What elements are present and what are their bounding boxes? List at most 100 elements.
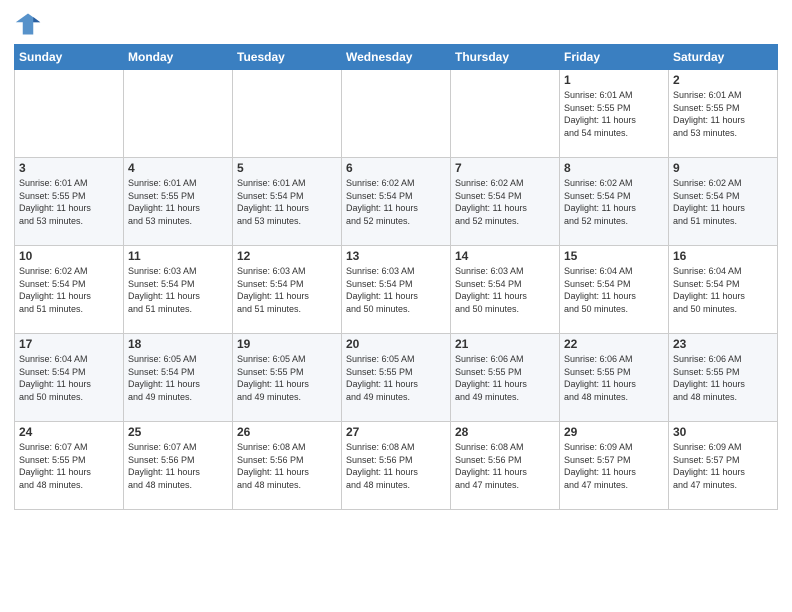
day-info: Sunrise: 6:02 AM Sunset: 5:54 PM Dayligh… bbox=[346, 177, 446, 227]
calendar-cell: 6 Sunrise: 6:02 AM Sunset: 5:54 PM Daylig… bbox=[342, 158, 451, 246]
calendar-cell: 13 Sunrise: 6:03 AM Sunset: 5:54 PM Dayli… bbox=[342, 246, 451, 334]
day-number: 20 bbox=[346, 337, 446, 351]
calendar-cell: 26 Sunrise: 6:08 AM Sunset: 5:56 PM Dayli… bbox=[233, 422, 342, 510]
day-info: Sunrise: 6:06 AM Sunset: 5:55 PM Dayligh… bbox=[455, 353, 555, 403]
calendar-cell: 24 Sunrise: 6:07 AM Sunset: 5:55 PM Dayli… bbox=[15, 422, 124, 510]
calendar-cell bbox=[451, 70, 560, 158]
day-info: Sunrise: 6:05 AM Sunset: 5:55 PM Dayligh… bbox=[237, 353, 337, 403]
calendar-cell: 20 Sunrise: 6:05 AM Sunset: 5:55 PM Dayli… bbox=[342, 334, 451, 422]
calendar-cell: 30 Sunrise: 6:09 AM Sunset: 5:57 PM Dayli… bbox=[669, 422, 778, 510]
day-info: Sunrise: 6:03 AM Sunset: 5:54 PM Dayligh… bbox=[237, 265, 337, 315]
calendar-cell: 10 Sunrise: 6:02 AM Sunset: 5:54 PM Dayli… bbox=[15, 246, 124, 334]
day-info: Sunrise: 6:08 AM Sunset: 5:56 PM Dayligh… bbox=[346, 441, 446, 491]
calendar-cell: 18 Sunrise: 6:05 AM Sunset: 5:54 PM Dayli… bbox=[124, 334, 233, 422]
calendar-cell: 28 Sunrise: 6:08 AM Sunset: 5:56 PM Dayli… bbox=[451, 422, 560, 510]
calendar-week-row: 1 Sunrise: 6:01 AM Sunset: 5:55 PM Daylig… bbox=[15, 70, 778, 158]
calendar-cell: 3Sunrise: 6:01 AM Sunset: 5:55 PM Daylig… bbox=[15, 158, 124, 246]
day-number: 7 bbox=[455, 161, 555, 175]
calendar-cell: 25 Sunrise: 6:07 AM Sunset: 5:56 PM Dayli… bbox=[124, 422, 233, 510]
day-number: 9 bbox=[673, 161, 773, 175]
weekday-header: Thursday bbox=[451, 45, 560, 70]
calendar-cell: 21 Sunrise: 6:06 AM Sunset: 5:55 PM Dayli… bbox=[451, 334, 560, 422]
day-number: 5 bbox=[237, 161, 337, 175]
calendar-cell: 14 Sunrise: 6:03 AM Sunset: 5:54 PM Dayli… bbox=[451, 246, 560, 334]
day-info: Sunrise: 6:03 AM Sunset: 5:54 PM Dayligh… bbox=[346, 265, 446, 315]
day-info: Sunrise: 6:06 AM Sunset: 5:55 PM Dayligh… bbox=[564, 353, 664, 403]
weekday-header: Saturday bbox=[669, 45, 778, 70]
day-info: Sunrise: 6:04 AM Sunset: 5:54 PM Dayligh… bbox=[673, 265, 773, 315]
day-info: Sunrise: 6:06 AM Sunset: 5:55 PM Dayligh… bbox=[673, 353, 773, 403]
day-number: 8 bbox=[564, 161, 664, 175]
day-info: Sunrise: 6:02 AM Sunset: 5:54 PM Dayligh… bbox=[19, 265, 119, 315]
calendar-week-row: 10 Sunrise: 6:02 AM Sunset: 5:54 PM Dayli… bbox=[15, 246, 778, 334]
weekday-header: Tuesday bbox=[233, 45, 342, 70]
day-info: Sunrise: 6:09 AM Sunset: 5:57 PM Dayligh… bbox=[673, 441, 773, 491]
day-number: 10 bbox=[19, 249, 119, 263]
weekday-header: Monday bbox=[124, 45, 233, 70]
logo-icon bbox=[14, 10, 42, 38]
day-number: 28 bbox=[455, 425, 555, 439]
day-info: Sunrise: 6:01 AM Sunset: 5:55 PM Dayligh… bbox=[564, 89, 664, 139]
day-info: Sunrise: 6:07 AM Sunset: 5:56 PM Dayligh… bbox=[128, 441, 228, 491]
day-number: 29 bbox=[564, 425, 664, 439]
calendar-cell bbox=[15, 70, 124, 158]
header bbox=[14, 10, 778, 38]
day-number: 19 bbox=[237, 337, 337, 351]
weekday-header: Sunday bbox=[15, 45, 124, 70]
day-number: 18 bbox=[128, 337, 228, 351]
day-number: 12 bbox=[237, 249, 337, 263]
day-number: 2 bbox=[673, 73, 773, 87]
weekday-header: Wednesday bbox=[342, 45, 451, 70]
calendar-cell: 17Sunrise: 6:04 AM Sunset: 5:54 PM Dayli… bbox=[15, 334, 124, 422]
calendar-cell: 5 Sunrise: 6:01 AM Sunset: 5:54 PM Daylig… bbox=[233, 158, 342, 246]
calendar-cell: 7 Sunrise: 6:02 AM Sunset: 5:54 PM Daylig… bbox=[451, 158, 560, 246]
day-number: 13 bbox=[346, 249, 446, 263]
day-number: 23 bbox=[673, 337, 773, 351]
day-info: Sunrise: 6:02 AM Sunset: 5:54 PM Dayligh… bbox=[564, 177, 664, 227]
day-number: 4 bbox=[128, 161, 228, 175]
day-info: Sunrise: 6:05 AM Sunset: 5:55 PM Dayligh… bbox=[346, 353, 446, 403]
day-info: Sunrise: 6:01 AM Sunset: 5:54 PM Dayligh… bbox=[237, 177, 337, 227]
calendar-week-row: 24 Sunrise: 6:07 AM Sunset: 5:55 PM Dayli… bbox=[15, 422, 778, 510]
day-number: 3 bbox=[19, 161, 119, 175]
calendar-cell: 12 Sunrise: 6:03 AM Sunset: 5:54 PM Dayli… bbox=[233, 246, 342, 334]
day-number: 16 bbox=[673, 249, 773, 263]
day-info: Sunrise: 6:03 AM Sunset: 5:54 PM Dayligh… bbox=[455, 265, 555, 315]
day-info: Sunrise: 6:01 AM Sunset: 5:55 PM Dayligh… bbox=[673, 89, 773, 139]
calendar-cell: 15Sunrise: 6:04 AM Sunset: 5:54 PM Dayli… bbox=[560, 246, 669, 334]
weekday-header: Friday bbox=[560, 45, 669, 70]
day-number: 6 bbox=[346, 161, 446, 175]
page: SundayMondayTuesdayWednesdayThursdayFrid… bbox=[0, 0, 792, 612]
calendar-cell: 2 Sunrise: 6:01 AM Sunset: 5:55 PM Daylig… bbox=[669, 70, 778, 158]
day-info: Sunrise: 6:08 AM Sunset: 5:56 PM Dayligh… bbox=[237, 441, 337, 491]
day-info: Sunrise: 6:07 AM Sunset: 5:55 PM Dayligh… bbox=[19, 441, 119, 491]
calendar-cell: 11Sunrise: 6:03 AM Sunset: 5:54 PM Dayli… bbox=[124, 246, 233, 334]
day-info: Sunrise: 6:08 AM Sunset: 5:56 PM Dayligh… bbox=[455, 441, 555, 491]
day-info: Sunrise: 6:02 AM Sunset: 5:54 PM Dayligh… bbox=[673, 177, 773, 227]
calendar-table: SundayMondayTuesdayWednesdayThursdayFrid… bbox=[14, 44, 778, 510]
day-number: 30 bbox=[673, 425, 773, 439]
logo bbox=[14, 10, 46, 38]
day-number: 26 bbox=[237, 425, 337, 439]
day-info: Sunrise: 6:05 AM Sunset: 5:54 PM Dayligh… bbox=[128, 353, 228, 403]
calendar-cell: 9 Sunrise: 6:02 AM Sunset: 5:54 PM Daylig… bbox=[669, 158, 778, 246]
day-number: 21 bbox=[455, 337, 555, 351]
calendar-cell: 23 Sunrise: 6:06 AM Sunset: 5:55 PM Dayli… bbox=[669, 334, 778, 422]
calendar-cell: 22 Sunrise: 6:06 AM Sunset: 5:55 PM Dayli… bbox=[560, 334, 669, 422]
calendar-cell: 29Sunrise: 6:09 AM Sunset: 5:57 PM Dayli… bbox=[560, 422, 669, 510]
day-number: 22 bbox=[564, 337, 664, 351]
calendar-week-row: 3Sunrise: 6:01 AM Sunset: 5:55 PM Daylig… bbox=[15, 158, 778, 246]
calendar-cell: 4Sunrise: 6:01 AM Sunset: 5:55 PM Daylig… bbox=[124, 158, 233, 246]
calendar-cell: 8 Sunrise: 6:02 AM Sunset: 5:54 PM Daylig… bbox=[560, 158, 669, 246]
day-number: 25 bbox=[128, 425, 228, 439]
calendar-cell bbox=[124, 70, 233, 158]
day-number: 15 bbox=[564, 249, 664, 263]
day-info: Sunrise: 6:02 AM Sunset: 5:54 PM Dayligh… bbox=[455, 177, 555, 227]
day-number: 24 bbox=[19, 425, 119, 439]
day-number: 14 bbox=[455, 249, 555, 263]
calendar-cell: 16 Sunrise: 6:04 AM Sunset: 5:54 PM Dayli… bbox=[669, 246, 778, 334]
calendar-header-row: SundayMondayTuesdayWednesdayThursdayFrid… bbox=[15, 45, 778, 70]
day-info: Sunrise: 6:03 AM Sunset: 5:54 PM Dayligh… bbox=[128, 265, 228, 315]
calendar-cell: 27Sunrise: 6:08 AM Sunset: 5:56 PM Dayli… bbox=[342, 422, 451, 510]
day-number: 1 bbox=[564, 73, 664, 87]
